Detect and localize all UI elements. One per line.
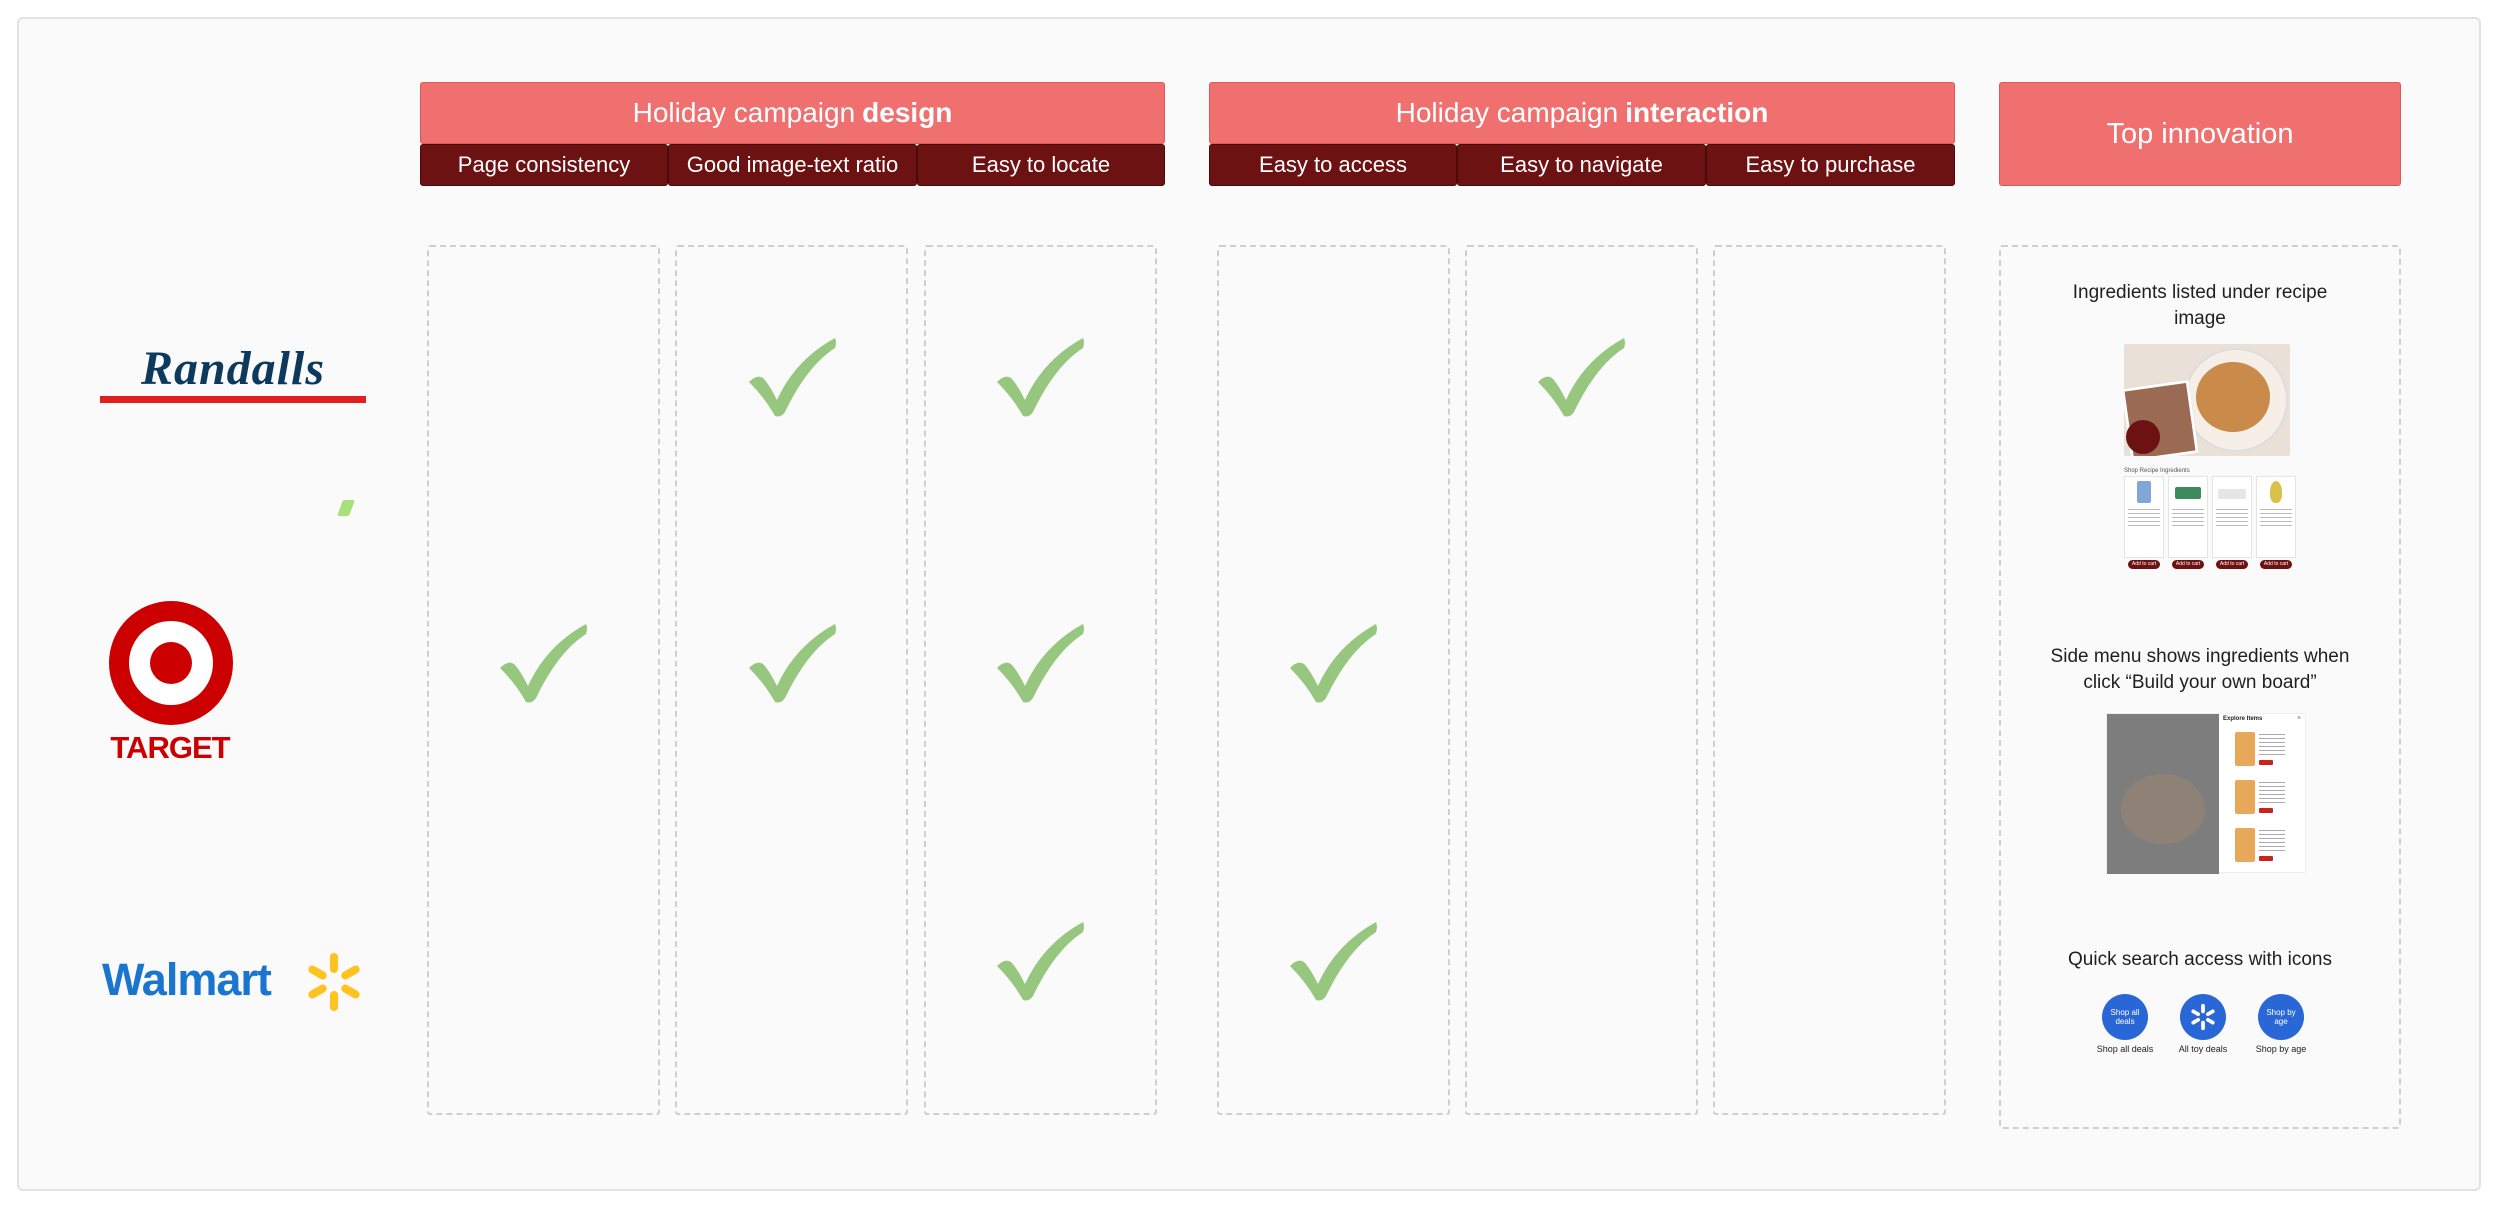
interaction-group-title-light: Holiday campaign — [1395, 97, 1619, 128]
all-toy-deals-icon[interactable] — [2180, 994, 2226, 1040]
side-menu-screenshot: Explore Items × — [2106, 713, 2306, 874]
check-mark-path — [997, 624, 1084, 703]
criterion-header: Good image-text ratio — [668, 144, 917, 186]
criterion-label: Page consistency — [457, 152, 631, 177]
check-mark-icon — [997, 338, 1084, 417]
ingredient-image — [2218, 489, 2246, 499]
innovation-2-title: Side menu shows ingredients when click “… — [2050, 646, 2350, 693]
dimmed-page — [2107, 714, 2219, 874]
side-menu-add-button[interactable] — [2259, 856, 2273, 861]
ingredient-panel-subtitle: Shop Recipe Ingredients — [2124, 468, 2190, 474]
ingredient-lines — [2216, 509, 2248, 527]
side-menu-panel-title: Explore Items — [2223, 716, 2263, 722]
check-mark-icon — [997, 922, 1084, 1001]
side-menu-add-button[interactable] — [2259, 760, 2273, 765]
dimmed-food-image — [2121, 774, 2205, 844]
criterion-header: Easy to access — [1209, 144, 1457, 186]
ingredient-image — [2270, 481, 2282, 503]
target-bullseye-icon — [109, 601, 233, 725]
ingredient-lines — [2172, 509, 2204, 527]
header-interaction-group: Holiday campaign interaction — [1209, 82, 1955, 144]
criterion-header: Easy to purchase — [1706, 144, 1955, 186]
criterion-header: Page consistency — [420, 144, 668, 186]
interaction-group-title-bold: interaction — [1625, 97, 1769, 128]
top-innovation-title: Top innovation — [2106, 117, 2294, 150]
walmart-logo: Walmart — [102, 948, 367, 1018]
randalls-logo-text: Randalls — [140, 342, 326, 395]
all-toy-deals-label: All toy deals — [2178, 1044, 2228, 1054]
criterion-label: Easy to navigate — [1500, 152, 1663, 177]
shop-all-deals-icon-text: Shop all deals — [2110, 1008, 2140, 1026]
ingredient-lines — [2260, 509, 2292, 527]
check-mark-path — [749, 338, 836, 417]
criterion-header: Easy to navigate — [1457, 144, 1706, 186]
shop-by-age-icon-text: Shop by age — [2266, 1008, 2296, 1026]
check-mark-path — [997, 922, 1084, 1001]
side-menu-item-lines — [2259, 830, 2285, 852]
criterion-label: Easy to access — [1259, 152, 1407, 177]
criterion-label: Easy to locate — [971, 152, 1111, 177]
add-to-cart-button[interactable]: Add to cart — [2172, 560, 2204, 569]
check-mark-icon — [1538, 338, 1625, 417]
ingredient-card — [2212, 476, 2252, 558]
check-mark-path — [997, 338, 1084, 417]
target-logo-text: TARGET — [110, 730, 230, 765]
check-mark-path — [749, 624, 836, 703]
close-icon[interactable]: × — [2297, 715, 2301, 722]
walmart-spark-icon — [308, 953, 360, 1011]
add-to-cart-button[interactable]: Add to cart — [2216, 560, 2248, 569]
side-menu-item-lines — [2259, 734, 2285, 756]
check-mark-icon — [749, 624, 836, 703]
check-mark-icon — [500, 624, 587, 703]
check-mark-icon — [1290, 922, 1377, 1001]
pie-slice — [2196, 362, 2270, 432]
design-group-title-light: Holiday campaign — [632, 97, 856, 128]
check-mark-icon — [997, 624, 1084, 703]
ingredient-cards — [2124, 476, 2296, 558]
side-menu-item — [2235, 732, 2255, 766]
quick-search-icons: Shop all deals Shop all deals All toy de… — [2096, 994, 2326, 1060]
ingredient-card — [2168, 476, 2208, 558]
check-mark-path — [1290, 922, 1377, 1001]
randalls-logo: Randalls — [100, 345, 366, 405]
ingredient-image — [2175, 487, 2201, 499]
shop-by-age-icon[interactable]: Shop by age — [2258, 994, 2304, 1040]
criterion-label: Good image-text ratio — [686, 152, 899, 177]
header-top-innovation: Top innovation — [1999, 82, 2401, 186]
ingredient-panel: Shop Recipe Ingredients Add to cart Add … — [2124, 466, 2296, 569]
innovation-1-title: Ingredients listed under recipe image — [2072, 282, 2328, 329]
walmart-logo-text: Walmart — [102, 954, 272, 1005]
randalls-logo-underline — [100, 396, 366, 403]
check-mark-path — [1290, 624, 1377, 703]
recipe-badge — [2126, 420, 2160, 454]
ingredient-card — [2256, 476, 2296, 558]
shop-all-deals-label: Shop all deals — [2096, 1044, 2154, 1054]
side-menu-item-lines — [2259, 782, 2285, 804]
check-mark-icon — [749, 338, 836, 417]
side-menu-add-button[interactable] — [2259, 808, 2273, 813]
ingredient-image — [2137, 481, 2151, 503]
check-mark-path — [500, 624, 587, 703]
criterion-column — [1713, 245, 1946, 1115]
criterion-label: Easy to purchase — [1745, 152, 1916, 177]
innovation-3-title: Quick search access with icons — [2068, 949, 2332, 970]
recipe-image — [2124, 344, 2290, 456]
side-menu-item — [2235, 828, 2255, 862]
ingredient-buttons: Add to cart Add to cart Add to cart Add … — [2124, 560, 2296, 569]
target-logo: TARGET — [100, 600, 240, 765]
shop-all-deals-icon[interactable]: Shop all deals — [2102, 994, 2148, 1040]
add-to-cart-button[interactable]: Add to cart — [2128, 560, 2160, 569]
header-design-group: Holiday campaign design — [420, 82, 1165, 144]
ingredient-lines — [2128, 509, 2160, 527]
design-group-title-bold: design — [862, 97, 953, 128]
add-to-cart-button[interactable]: Add to cart — [2260, 560, 2292, 569]
check-mark-path — [1538, 338, 1625, 417]
check-mark-icon — [1290, 624, 1377, 703]
ingredient-card — [2124, 476, 2164, 558]
side-menu-item — [2235, 780, 2255, 814]
spark-icon — [2191, 1003, 2215, 1031]
criterion-header: Easy to locate — [917, 144, 1165, 186]
shop-by-age-label: Shop by age — [2255, 1044, 2307, 1054]
